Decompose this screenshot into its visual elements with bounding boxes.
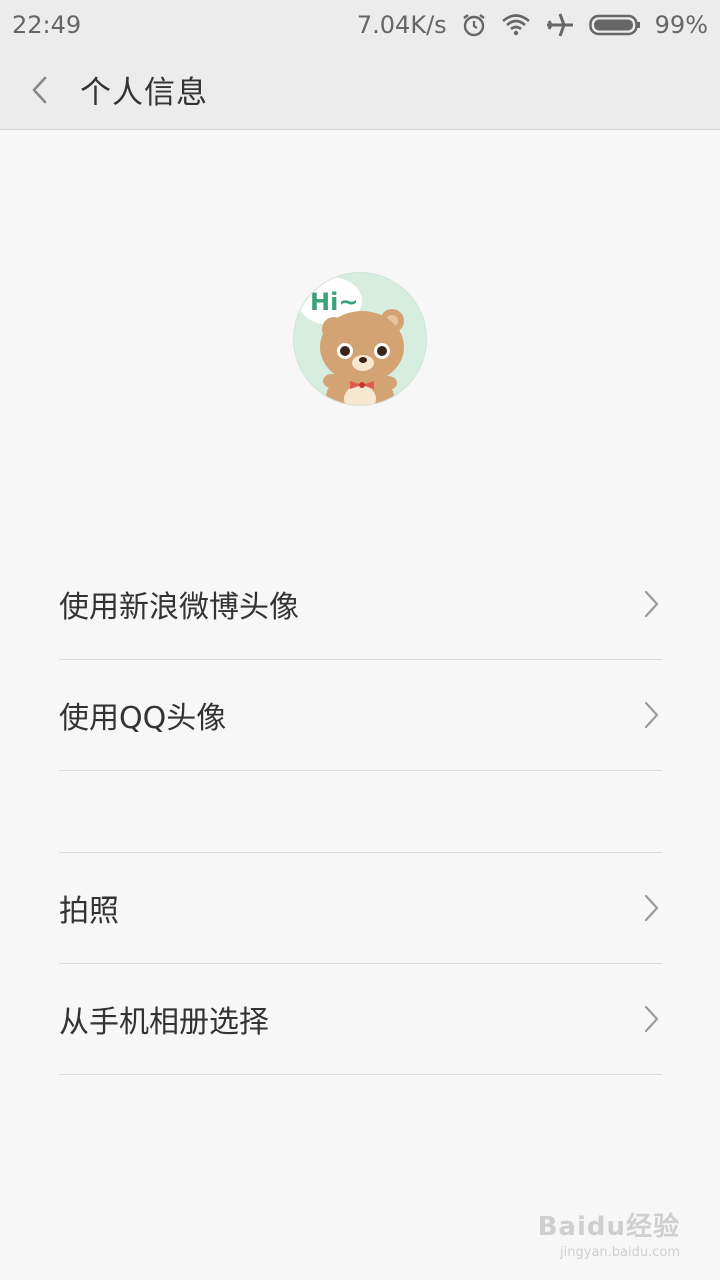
wifi-icon: [501, 13, 531, 37]
menu-item-label: 拍照: [59, 894, 119, 929]
airplane-icon: [545, 11, 575, 39]
menu-item-take-photo[interactable]: 拍照: [59, 853, 662, 964]
menu-group-import: 使用新浪微博头像 使用QQ头像: [59, 549, 662, 771]
watermark-url: jingyan.baidu.com: [560, 1245, 680, 1260]
bubble-text: Hi~: [310, 288, 358, 316]
menu-item-weibo-avatar[interactable]: 使用新浪微博头像: [59, 549, 662, 660]
menu-group-photo: 拍照 从手机相册选择: [59, 852, 662, 1075]
menu-item-label: 使用QQ头像: [59, 701, 227, 736]
menu-item-qq-avatar[interactable]: 使用QQ头像: [59, 660, 662, 771]
back-button[interactable]: [0, 50, 80, 130]
network-speed: 7.04K/s: [356, 11, 447, 39]
chevron-right-icon: [644, 894, 659, 922]
alarm-icon: [461, 12, 487, 38]
chevron-right-icon: [644, 1005, 659, 1033]
menu-item-label: 从手机相册选择: [59, 1005, 269, 1040]
battery-icon: [588, 13, 641, 37]
chevron-left-icon: [32, 76, 47, 103]
status-icons: 7.04K/s 99%: [357, 11, 708, 39]
page-title: 个人信息: [80, 75, 208, 111]
watermark-logo: Baidu经验: [537, 1212, 680, 1242]
watermark: Baidu经验 jingyan.baidu.com: [538, 1206, 680, 1260]
app-bar: 个人信息: [0, 50, 720, 130]
menu-item-label: 使用新浪微博头像: [59, 590, 299, 625]
chevron-right-icon: [644, 590, 659, 618]
avatar[interactable]: Hi~: [293, 272, 427, 406]
menu-item-choose-from-album[interactable]: 从手机相册选择: [59, 964, 662, 1075]
chevron-right-icon: [644, 701, 659, 729]
status-time: 22:49: [12, 11, 82, 39]
status-bar: 22:49 7.04K/s 99%: [0, 0, 720, 50]
bear-avatar-image: Hi~: [294, 273, 426, 405]
battery-level: 99%: [654, 11, 708, 39]
